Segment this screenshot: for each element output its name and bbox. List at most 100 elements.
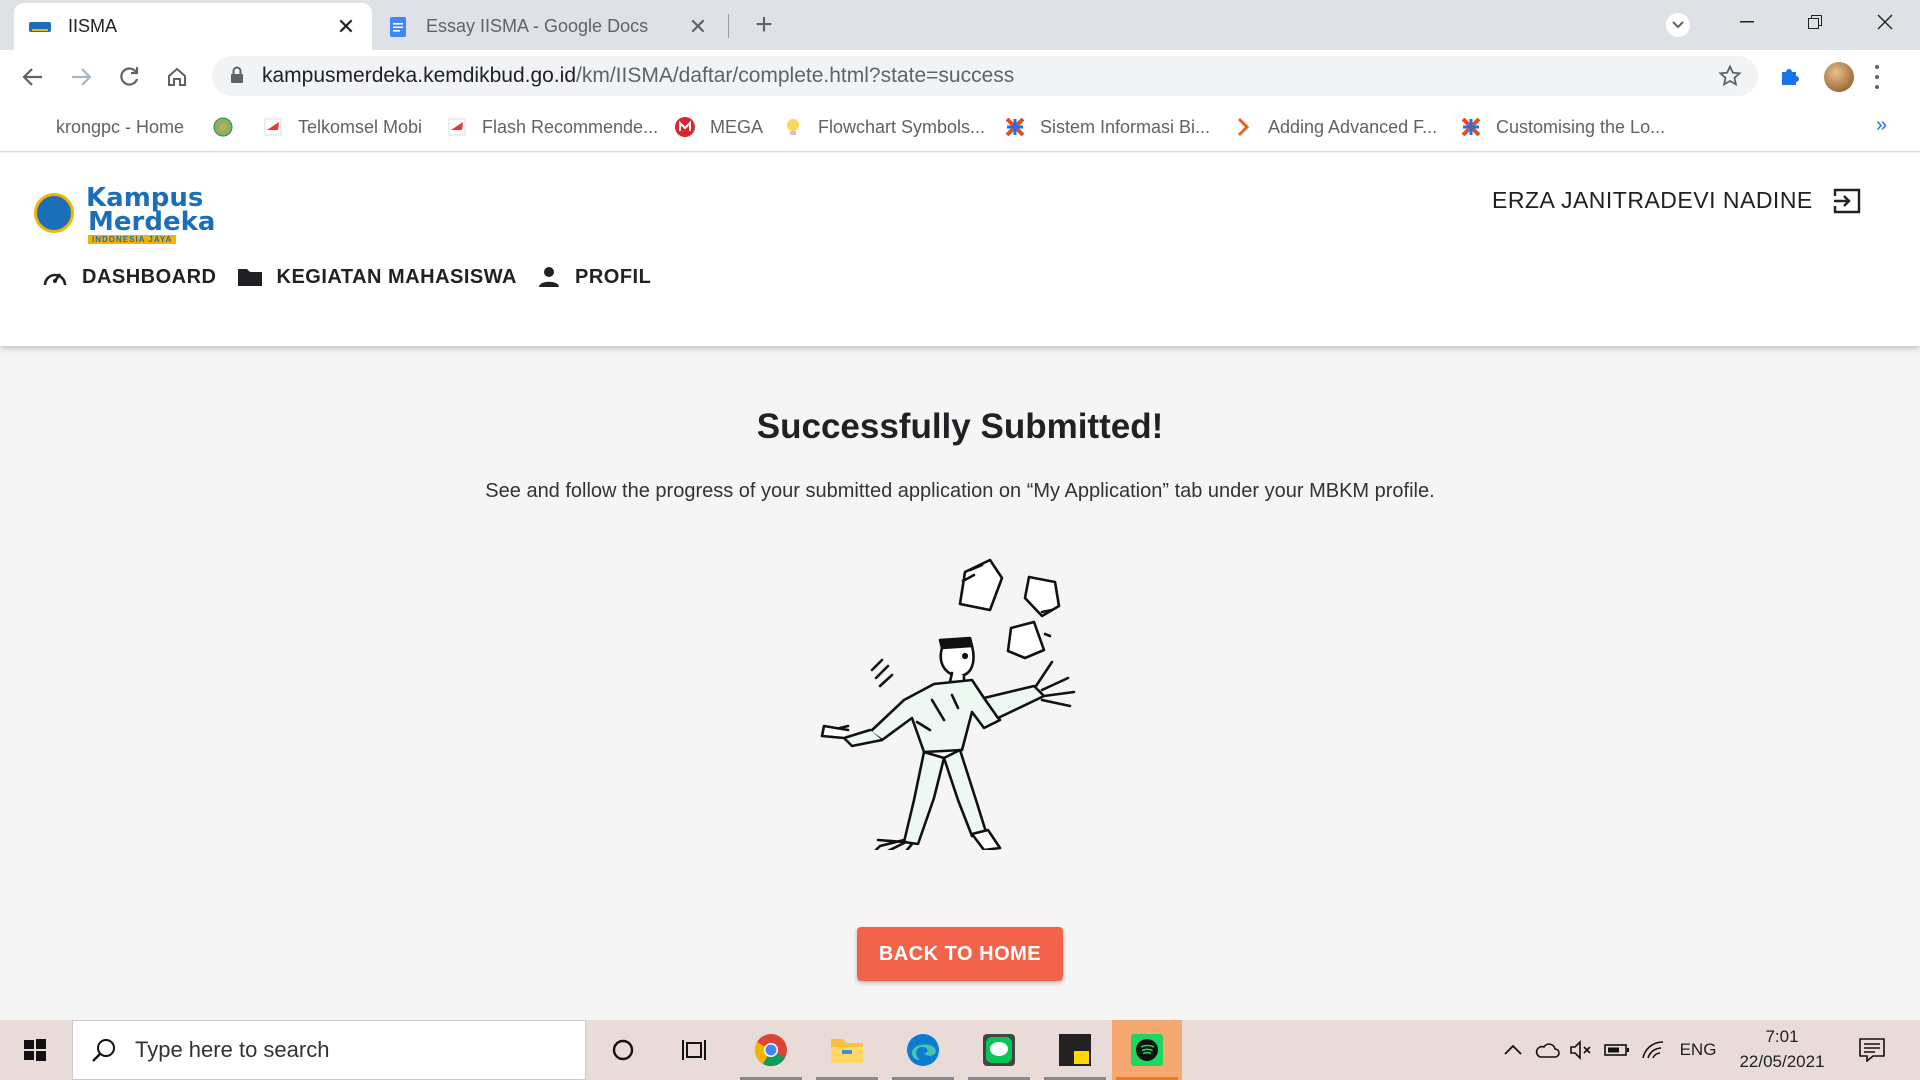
telkomsel-icon: [262, 116, 284, 138]
mega-icon: [674, 116, 696, 138]
tab-title: IISMA: [68, 16, 118, 36]
line-messenger-icon[interactable]: [964, 1020, 1034, 1080]
close-tab-icon[interactable]: ✕: [334, 14, 358, 40]
browser-menu-icon[interactable]: [1872, 62, 1882, 92]
clock-time: 7:01: [1765, 1027, 1799, 1046]
wifi-icon[interactable]: [1636, 1020, 1670, 1080]
url-text: kampusmerdeka.kemdikbud.go.id/km/IISMA/d…: [262, 64, 1014, 88]
globe-icon: [212, 116, 234, 138]
restore-icon[interactable]: [1786, 0, 1844, 44]
bookmark-telkomsel[interactable]: Telkomsel Mobi: [262, 114, 422, 140]
notification-center-icon[interactable]: [1852, 1020, 1892, 1080]
clock-date: 22/05/2021: [1739, 1052, 1825, 1071]
bookmark-mega[interactable]: MEGA: [674, 114, 763, 140]
tab-separator: [728, 14, 729, 38]
site-header: Kampus Merdeka INDONESIA JAYA ERZA JANIT…: [0, 153, 1920, 346]
speedometer-icon: [42, 266, 68, 288]
bookmark-customising[interactable]: Customising the Lo...: [1460, 114, 1665, 140]
tab-search-icon[interactable]: [1666, 13, 1690, 37]
bookmark-label: MEGA: [710, 116, 764, 137]
extensions-puzzle-icon[interactable]: [1778, 64, 1802, 93]
main-navigation: DASHBOARD KEGIATAN MAHASISWA PROFIL: [42, 265, 671, 289]
windows-taskbar: Type here to search ENG 7:01 22/05/2021: [0, 1020, 1920, 1080]
bookmark-label: krongpc - Home: [56, 116, 185, 137]
task-view-icon[interactable]: [660, 1020, 730, 1080]
browser-tab-bar: IISMA ✕ Essay IISMA - Google Docs ✕ +: [0, 0, 1920, 50]
bookmarks-overflow-icon[interactable]: »: [1876, 114, 1887, 137]
bookmark-label: Flowchart Symbols...: [818, 116, 986, 137]
system-clock[interactable]: 7:01 22/05/2021: [1722, 1024, 1842, 1074]
bookmark-label: Telkomsel Mobi: [298, 116, 423, 137]
nav-dashboard[interactable]: DASHBOARD: [42, 266, 217, 289]
file-explorer-icon[interactable]: [812, 1020, 882, 1080]
profile-avatar[interactable]: [1824, 62, 1854, 92]
google-docs-icon: [386, 16, 410, 37]
bookmark-star-icon[interactable]: [1718, 64, 1742, 93]
tab-title: Essay IISMA - Google Docs: [426, 16, 649, 36]
tut-wuri-handayani-emblem: [34, 193, 74, 233]
taskbar-search-placeholder: Type here to search: [135, 1037, 330, 1062]
bookmark-flowchart[interactable]: Flowchart Symbols...: [782, 114, 985, 140]
home-icon[interactable]: [160, 60, 194, 94]
edge-icon[interactable]: [888, 1020, 958, 1080]
chrome-icon[interactable]: [736, 1020, 806, 1080]
forward-arrow-icon[interactable]: [64, 60, 98, 94]
taskbar-search-box[interactable]: Type here to search: [72, 1020, 586, 1080]
browser-toolbar: kampusmerdeka.kemdikbud.go.id/km/IISMA/d…: [0, 50, 1920, 102]
sticky-notes-icon[interactable]: [1040, 1020, 1110, 1080]
bookmark-adding-advanced[interactable]: Adding Advanced F...: [1232, 114, 1437, 140]
lightbulb-icon: [782, 116, 804, 138]
logout-icon[interactable]: [1832, 186, 1862, 221]
nav-profil[interactable]: PROFIL: [537, 265, 651, 289]
spotify-icon[interactable]: [1112, 1020, 1182, 1080]
bookmark-flash[interactable]: Flash Recommende...: [446, 114, 658, 140]
bookmark-krongpc[interactable]: krongpc - Home: [56, 114, 184, 140]
folder-icon: [237, 266, 263, 288]
onedrive-cloud-icon[interactable]: [1530, 1020, 1564, 1080]
reload-icon[interactable]: [112, 60, 146, 94]
nav-label: PROFIL: [574, 265, 652, 288]
success-message: See and follow the progress of your subm…: [485, 480, 1435, 502]
search-icon: [91, 1037, 117, 1063]
kampus-merdeka-logo[interactable]: Kampus Merdeka INDONESIA JAYA: [34, 171, 215, 244]
nav-kegiatan-mahasiswa[interactable]: KEGIATAN MAHASISWA: [237, 266, 517, 289]
joomla-icon: [1460, 116, 1482, 138]
new-tab-icon[interactable]: +: [748, 8, 780, 42]
volume-muted-icon[interactable]: [1566, 1020, 1596, 1080]
joomla-icon: [1004, 116, 1026, 138]
url-path: /km/IISMA/daftar/complete.html?state=suc…: [576, 64, 1015, 87]
close-tab-icon[interactable]: ✕: [686, 14, 710, 40]
tab-iisma[interactable]: IISMA ✕: [14, 3, 372, 50]
bookmark-sistem-informasi[interactable]: Sistem Informasi Bi...: [1004, 114, 1210, 140]
cortana-icon[interactable]: [588, 1020, 658, 1080]
address-bar[interactable]: kampusmerdeka.kemdikbud.go.id/km/IISMA/d…: [212, 56, 1758, 96]
telkomsel-icon: [446, 116, 468, 138]
tab-google-docs[interactable]: Essay IISMA - Google Docs ✕: [372, 3, 724, 50]
logo-tagline: INDONESIA JAYA: [88, 235, 177, 244]
close-window-icon[interactable]: [1856, 0, 1914, 44]
chevron-right-icon: [1232, 116, 1254, 138]
page-title: Successfully Submitted!: [756, 407, 1164, 446]
kampus-merdeka-favicon-icon: [28, 18, 52, 36]
url-host: kampusmerdeka.kemdikbud.go.id: [262, 64, 576, 87]
input-language[interactable]: ENG: [1674, 1020, 1722, 1080]
bookmark-label: Sistem Informasi Bi...: [1040, 116, 1211, 137]
nav-label: DASHBOARD: [82, 265, 217, 288]
user-name[interactable]: ERZA JANITRADEVI NADINE: [1492, 187, 1813, 214]
bookmark-label: Flash Recommende...: [482, 116, 659, 137]
battery-icon[interactable]: [1600, 1020, 1634, 1080]
back-arrow-icon[interactable]: [16, 60, 50, 94]
nav-label: KEGIATAN MAHASISWA: [276, 265, 517, 288]
lock-icon[interactable]: [230, 66, 244, 89]
logo-line2: Merdeka: [88, 207, 216, 237]
show-hidden-icons-chevron-icon[interactable]: [1498, 1020, 1528, 1080]
back-to-home-button[interactable]: BACK TO HOME: [857, 927, 1063, 981]
bookmarks-bar: krongpc - Home Telkomsel Mobi Flash Reco…: [0, 102, 1920, 152]
bookmark-label: Adding Advanced F...: [1268, 116, 1438, 137]
minimize-icon[interactable]: [1718, 0, 1776, 44]
person-icon: [537, 265, 561, 289]
bookmark-globe[interactable]: [212, 114, 248, 140]
windows-start-icon[interactable]: [0, 1020, 70, 1080]
bookmark-label: Customising the Lo...: [1496, 116, 1666, 137]
success-illustration: [812, 550, 1108, 858]
